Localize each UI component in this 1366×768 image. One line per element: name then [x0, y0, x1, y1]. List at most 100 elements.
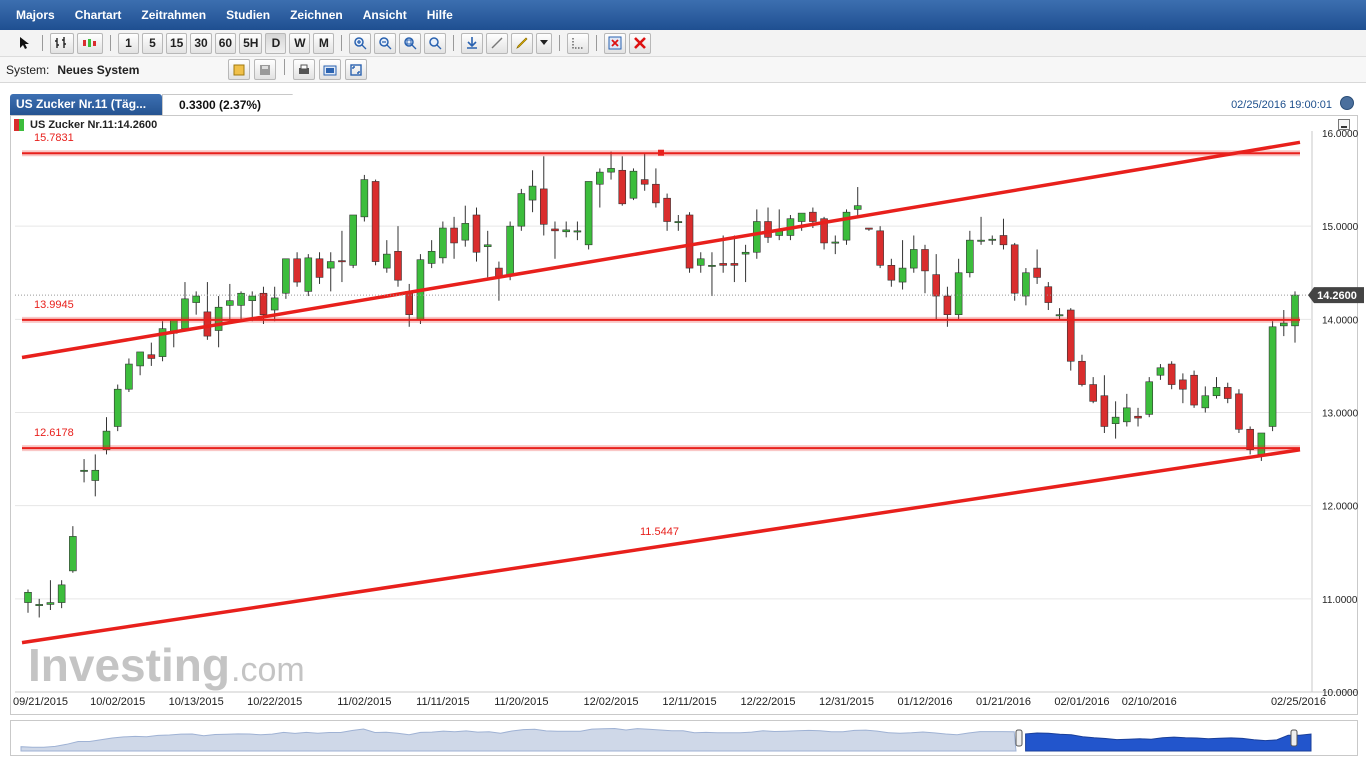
candle-down[interactable] [865, 227, 873, 230]
candle-up[interactable] [1123, 407, 1131, 423]
candle-up[interactable] [1257, 432, 1266, 455]
candle-down[interactable] [1078, 360, 1086, 385]
candle-down[interactable] [551, 228, 559, 232]
candle-down[interactable] [685, 214, 694, 269]
candle-down[interactable] [315, 258, 324, 278]
candle-down[interactable] [652, 183, 660, 204]
candle-up[interactable] [125, 363, 133, 390]
candle-up[interactable] [674, 221, 683, 224]
candle-up[interactable] [696, 258, 705, 266]
candle-down[interactable] [876, 230, 884, 266]
candle-up[interactable] [80, 469, 88, 472]
candle-up[interactable] [1280, 322, 1288, 327]
candle-up[interactable] [439, 227, 447, 259]
candle-up[interactable] [831, 241, 840, 244]
candle-up[interactable] [1156, 367, 1165, 376]
candle-up[interactable] [69, 536, 77, 572]
navigator-handle-right[interactable] [1290, 729, 1298, 747]
candle-up[interactable] [113, 388, 122, 427]
candle-up[interactable] [91, 469, 100, 481]
candle-down[interactable] [764, 221, 772, 238]
candle-up[interactable] [988, 238, 997, 241]
candle-down[interactable] [663, 197, 671, 222]
candle-up[interactable] [1055, 314, 1064, 317]
candle-down[interactable] [1179, 379, 1187, 390]
candle-up[interactable] [506, 225, 514, 275]
candle-down[interactable] [371, 181, 380, 262]
candle-up[interactable] [192, 295, 200, 303]
candle-down[interactable] [394, 251, 402, 281]
candle-down[interactable] [472, 214, 481, 253]
candle-up[interactable] [1145, 381, 1154, 415]
candle-down[interactable] [618, 169, 627, 205]
candle-up[interactable] [349, 214, 357, 266]
candle-down[interactable] [1223, 387, 1232, 399]
candle-up[interactable] [607, 168, 615, 173]
candle-up[interactable] [528, 185, 537, 201]
candle-up[interactable] [24, 592, 32, 603]
candle-up[interactable] [596, 171, 604, 185]
candle-up[interactable] [1022, 272, 1030, 297]
line-anchor-handle[interactable] [658, 149, 664, 156]
price-chart[interactable]: 16.0000 15.0000 14.0000 13.0000 12.0000 11.00… [0, 0, 1366, 768]
candle-down[interactable] [921, 249, 929, 272]
candle-down[interactable] [932, 274, 940, 297]
candle-up[interactable] [360, 179, 369, 218]
candle-down[interactable] [887, 264, 896, 281]
candle-up[interactable] [1212, 387, 1221, 397]
candle-up[interactable] [573, 230, 582, 233]
candle-up[interactable] [910, 249, 918, 269]
candle-up[interactable] [282, 258, 290, 294]
candle-up[interactable] [461, 223, 470, 241]
candle-down[interactable] [338, 260, 346, 263]
candle-up[interactable] [248, 295, 257, 301]
candle-up[interactable] [270, 297, 279, 311]
candle-up[interactable] [966, 239, 974, 274]
trend-line[interactable] [21, 140, 1301, 360]
candle-down[interactable] [259, 292, 268, 315]
candle-up[interactable] [427, 251, 436, 264]
candle-up[interactable] [977, 239, 985, 242]
candle-up[interactable] [853, 205, 862, 210]
navigator[interactable] [10, 720, 1358, 756]
candle-down[interactable] [450, 227, 458, 244]
candle-up[interactable] [136, 351, 144, 367]
candle-up[interactable] [226, 300, 234, 306]
candle-up[interactable] [1111, 416, 1120, 424]
candle-down[interactable] [293, 258, 301, 283]
candle-up[interactable] [629, 170, 638, 199]
candle-up[interactable] [584, 181, 593, 246]
candle-up[interactable] [46, 602, 55, 605]
navigator-handle-left[interactable] [1015, 729, 1023, 747]
candle-up[interactable] [517, 193, 526, 227]
candle-down[interactable] [640, 179, 649, 185]
candle-up[interactable] [898, 267, 907, 283]
candle-down[interactable] [943, 295, 952, 315]
candle-down[interactable] [1033, 267, 1041, 278]
candle-down[interactable] [1010, 244, 1019, 294]
candle-down[interactable] [1167, 363, 1176, 385]
candle-down[interactable] [539, 188, 548, 225]
candle-up[interactable] [383, 253, 391, 269]
candle-up[interactable] [954, 272, 963, 315]
candle-up[interactable] [753, 221, 761, 253]
candle-up[interactable] [1268, 326, 1277, 427]
candle-down[interactable] [809, 211, 817, 222]
candle-down[interactable] [203, 311, 212, 337]
candle-up[interactable] [797, 212, 806, 222]
candle-up[interactable] [57, 584, 66, 603]
candle-up[interactable] [562, 229, 570, 233]
candle-down[interactable] [1100, 395, 1109, 427]
candle-up[interactable] [35, 604, 43, 606]
candle-down[interactable] [719, 263, 727, 266]
candle-up[interactable] [483, 244, 492, 247]
candle-up[interactable] [842, 211, 851, 241]
candle-up[interactable] [326, 261, 335, 269]
candle-down[interactable] [147, 354, 156, 359]
candle-up[interactable] [304, 257, 313, 292]
candle-down[interactable] [1089, 384, 1097, 402]
candle-up[interactable] [1201, 395, 1210, 409]
candle-up[interactable] [181, 298, 189, 329]
candle-down[interactable] [1190, 374, 1198, 406]
candle-up[interactable] [708, 264, 716, 267]
